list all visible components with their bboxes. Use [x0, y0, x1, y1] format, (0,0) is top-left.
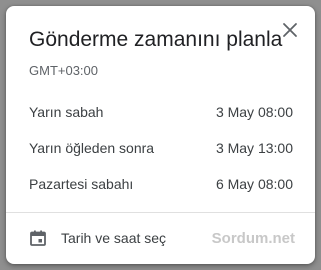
close-button[interactable] — [281, 21, 299, 39]
pick-date-time-button[interactable]: Tarih ve saat seç — [6, 220, 206, 256]
dialog-title: Gönderme zamanını planla — [29, 28, 283, 51]
close-icon — [283, 23, 297, 37]
pick-date-time-label: Tarih ve saat seç — [61, 230, 167, 246]
calendar-icon — [30, 230, 46, 246]
schedule-send-dialog: Gönderme zamanını planla GMT+03:00 Yarın… — [6, 6, 315, 264]
timezone-label: GMT+03:00 — [29, 63, 99, 78]
option-tomorrow-morning[interactable]: Yarın sabah 3 May 08:00 — [6, 95, 315, 131]
watermark: Sordum.net — [211, 230, 295, 247]
option-time: 3 May 08:00 — [215, 104, 293, 120]
option-monday-morning[interactable]: Pazartesi sabahı 6 May 08:00 — [6, 167, 315, 203]
option-time: 3 May 13:00 — [215, 140, 293, 156]
option-time: 6 May 08:00 — [215, 176, 293, 192]
option-tomorrow-afternoon[interactable]: Yarın öğleden sonra 3 May 13:00 — [6, 131, 315, 167]
divider — [6, 212, 315, 213]
option-label: Yarın sabah — [29, 104, 104, 120]
option-label: Pazartesi sabahı — [29, 176, 134, 192]
option-label: Yarın öğleden sonra — [29, 140, 155, 156]
